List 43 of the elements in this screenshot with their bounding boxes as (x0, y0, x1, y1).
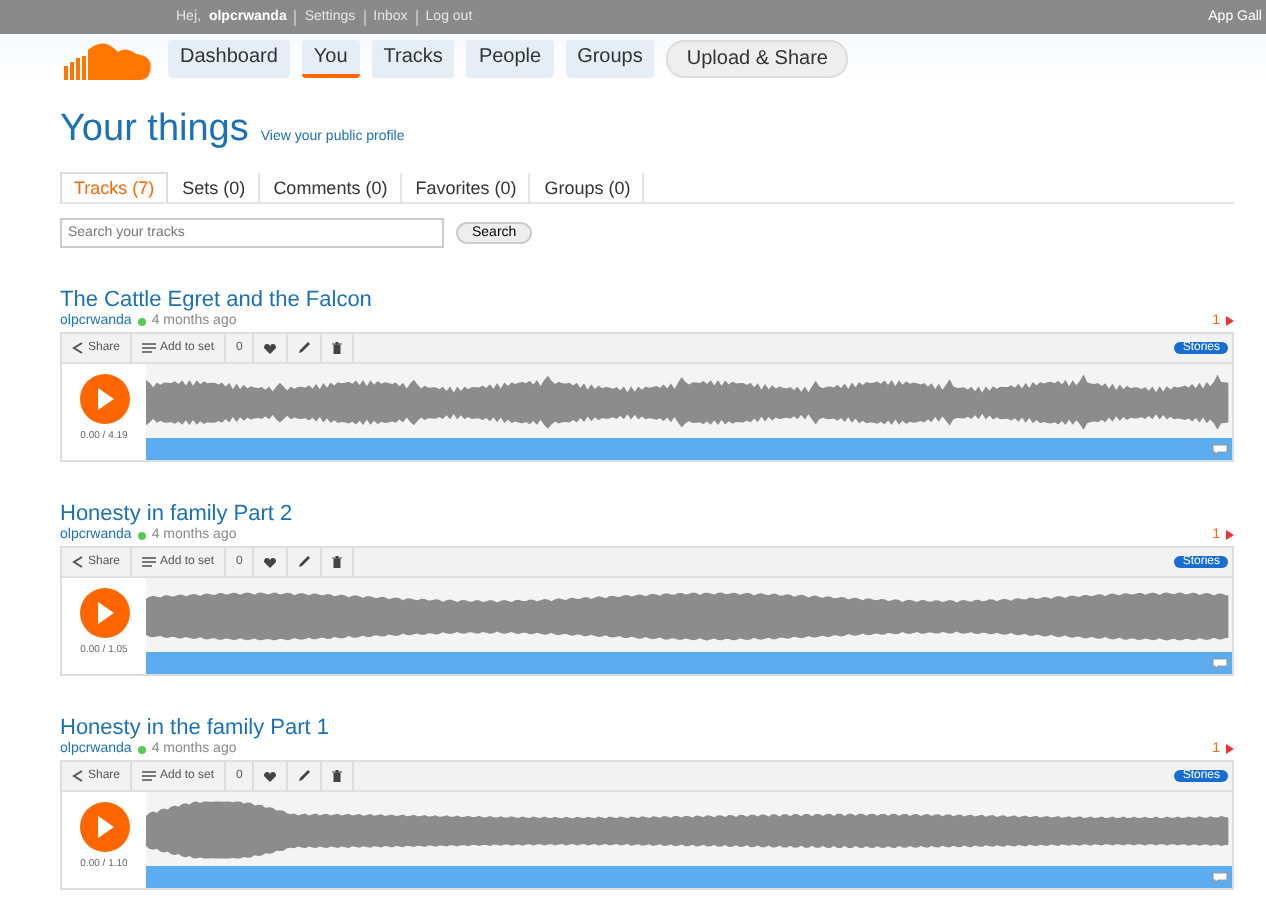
page-title: Your things (60, 108, 249, 152)
comment-icon[interactable] (1212, 444, 1228, 456)
pencil-icon (298, 342, 311, 354)
heart-icon (264, 343, 277, 353)
nav-tab[interactable]: Groups (565, 40, 655, 78)
play-button[interactable] (79, 802, 129, 852)
heart-icon (264, 771, 277, 781)
track-title[interactable]: The Cattle Egret and the Falcon (60, 288, 1234, 312)
nav-tab[interactable]: Dashboard (168, 40, 290, 78)
trash-icon (332, 556, 343, 568)
track-title[interactable]: Honesty in the family Part 1 (60, 716, 1234, 740)
flag-icon (1226, 744, 1234, 754)
list-icon (142, 770, 157, 782)
heart-icon (264, 557, 277, 567)
track-title[interactable]: Honesty in family Part 2 (60, 502, 1234, 526)
play-icon (95, 602, 113, 624)
nav-tab[interactable]: Tracks (371, 40, 455, 78)
progress-track[interactable] (146, 866, 1232, 888)
play-button[interactable] (79, 588, 129, 638)
progress-track[interactable] (146, 652, 1232, 674)
content-tab[interactable]: Favorites (0) (401, 171, 531, 201)
share-icon (72, 770, 84, 782)
share-icon (72, 556, 84, 568)
nav-tab[interactable]: People (466, 40, 554, 78)
play-icon (95, 388, 113, 410)
comment-icon[interactable] (1212, 658, 1228, 670)
share-icon (72, 342, 84, 354)
trash-icon (332, 770, 343, 782)
upload-button[interactable]: Upload & Share (666, 40, 848, 78)
comment-icon[interactable] (1212, 872, 1228, 884)
progress-track[interactable] (146, 438, 1232, 460)
flag-icon (1226, 530, 1234, 540)
play-button[interactable] (79, 374, 129, 424)
flag-icon (1226, 316, 1234, 326)
list-icon (142, 556, 157, 568)
play-icon (95, 816, 113, 838)
pencil-icon (298, 770, 311, 782)
list-icon (142, 342, 157, 354)
pencil-icon (298, 556, 311, 568)
content-tab[interactable]: Comments (0) (259, 171, 402, 201)
cloud-logo-icon[interactable] (60, 39, 156, 79)
nav-tab[interactable]: You (301, 40, 360, 78)
trash-icon (332, 342, 343, 354)
